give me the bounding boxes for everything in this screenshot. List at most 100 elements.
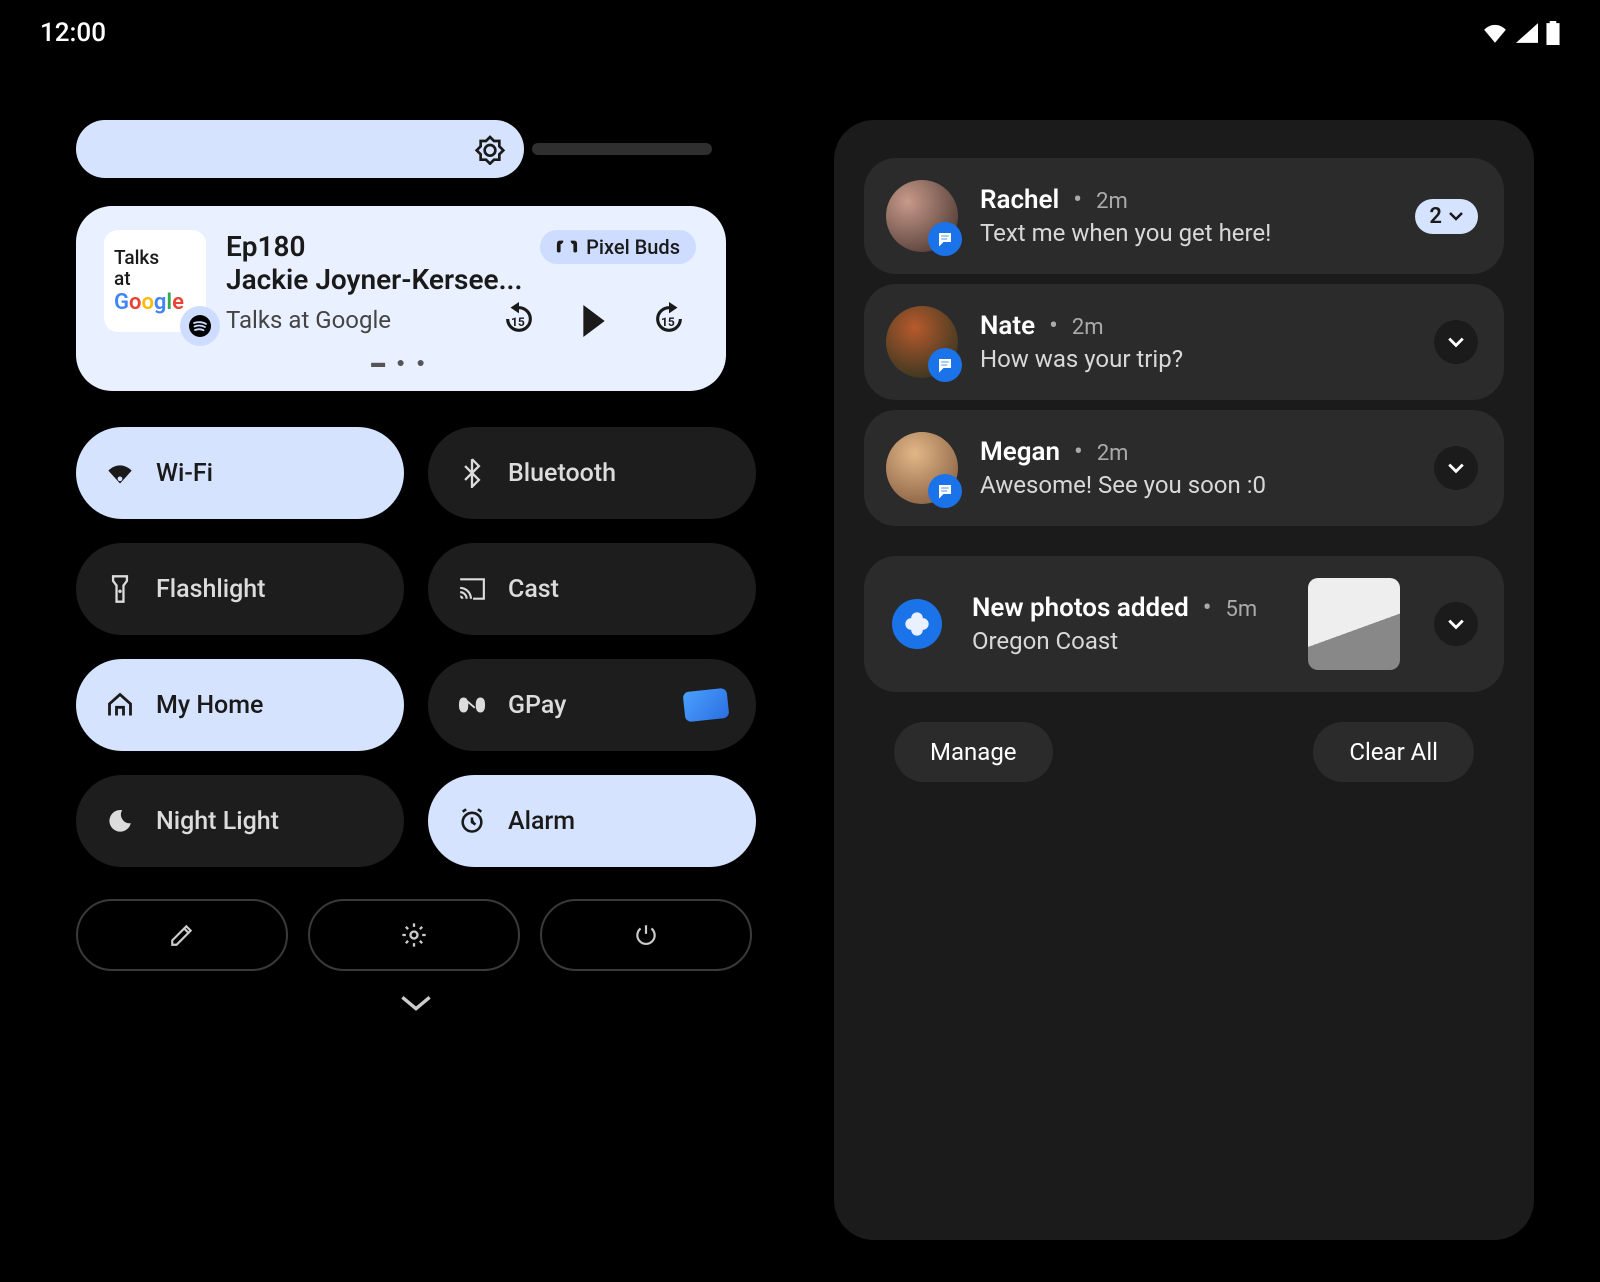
photo-thumbnail bbox=[1308, 578, 1400, 670]
chevron-down-icon bbox=[1447, 618, 1465, 630]
notification-rachel[interactable]: Rachel • 2m Text me when you get here! 2 bbox=[864, 158, 1504, 274]
expand-button[interactable] bbox=[1434, 602, 1478, 646]
tile-alarm[interactable]: Alarm bbox=[428, 775, 756, 867]
earbuds-icon bbox=[556, 238, 578, 256]
pencil-icon bbox=[169, 922, 195, 948]
home-icon bbox=[106, 692, 134, 718]
output-device-label: Pixel Buds bbox=[586, 235, 680, 259]
expand-button[interactable] bbox=[1434, 446, 1478, 490]
power-icon bbox=[633, 922, 659, 948]
tile-label: Night Light bbox=[156, 807, 279, 836]
cast-icon bbox=[458, 576, 486, 602]
notif-count: 2 bbox=[1429, 204, 1442, 229]
chevron-down-icon bbox=[1447, 336, 1465, 348]
notif-time: 2m bbox=[1097, 441, 1129, 466]
quick-settings-panel: Talks at Google Ep180 Jackie Joyner-Kers… bbox=[76, 120, 756, 1240]
notif-body: How was your trip? bbox=[980, 345, 1412, 373]
media-pager-dots[interactable]: ▬ ● ● bbox=[104, 354, 696, 371]
qs-footer bbox=[76, 899, 756, 971]
notif-body: Awesome! See you soon :0 bbox=[980, 471, 1412, 499]
notif-body: Text me when you get here! bbox=[980, 219, 1393, 247]
forward-15-button[interactable]: 15 bbox=[652, 302, 686, 340]
tile-wifi[interactable]: Wi-Fi bbox=[76, 427, 404, 519]
notif-time: 2m bbox=[1072, 315, 1104, 340]
signal-icon bbox=[1516, 23, 1538, 43]
tile-nightlight[interactable]: Night Light bbox=[76, 775, 404, 867]
brightness-slider[interactable] bbox=[76, 120, 716, 178]
notif-sender: Megan bbox=[980, 437, 1060, 467]
notif-sender: Rachel bbox=[980, 185, 1059, 215]
photos-app-icon bbox=[892, 599, 942, 649]
qs-tiles-grid: Wi-Fi Bluetooth Flashlight Cast My Home … bbox=[76, 427, 756, 867]
bluetooth-icon bbox=[458, 458, 486, 488]
tile-gpay[interactable]: GPay bbox=[428, 659, 756, 751]
tile-bluetooth[interactable]: Bluetooth bbox=[428, 427, 756, 519]
media-player-card[interactable]: Talks at Google Ep180 Jackie Joyner-Kers… bbox=[76, 206, 726, 391]
chevron-down-icon bbox=[1448, 211, 1464, 221]
media-album-art: Talks at Google bbox=[104, 230, 206, 332]
avatar bbox=[886, 306, 958, 378]
avatar bbox=[886, 180, 958, 252]
art-text-1: Talks bbox=[114, 247, 159, 269]
clock-time: 12:00 bbox=[40, 18, 106, 48]
notification-photos[interactable]: New photos added • 5m Oregon Coast bbox=[864, 556, 1504, 692]
tile-label: Alarm bbox=[508, 807, 575, 836]
notification-nate[interactable]: Nate • 2m How was your trip? bbox=[864, 284, 1504, 400]
brightness-track bbox=[532, 143, 712, 155]
play-button[interactable] bbox=[580, 305, 608, 337]
edit-button[interactable] bbox=[76, 899, 288, 971]
rewind-15-button[interactable]: 15 bbox=[502, 302, 536, 340]
battery-icon bbox=[1546, 21, 1560, 45]
expand-button[interactable] bbox=[1434, 320, 1478, 364]
tile-label: Wi-Fi bbox=[156, 459, 213, 488]
brightness-icon bbox=[474, 133, 506, 165]
notif-count-expand[interactable]: 2 bbox=[1415, 199, 1478, 234]
art-text-2: at bbox=[114, 268, 131, 290]
moon-icon bbox=[106, 808, 134, 834]
media-source: Talks at Google bbox=[226, 306, 391, 334]
notif-sender: Nate bbox=[980, 311, 1035, 341]
gpay-card-thumb bbox=[683, 688, 730, 722]
messages-icon bbox=[928, 348, 962, 382]
flashlight-icon bbox=[106, 574, 134, 604]
messages-icon bbox=[928, 474, 962, 508]
power-button[interactable] bbox=[540, 899, 752, 971]
google-logo-text: Google bbox=[114, 290, 184, 315]
tile-flashlight[interactable]: Flashlight bbox=[76, 543, 404, 635]
status-bar: 12:00 bbox=[0, 18, 1600, 48]
brightness-fill bbox=[76, 120, 524, 178]
notification-megan[interactable]: Megan • 2m Awesome! See you soon :0 bbox=[864, 410, 1504, 526]
avatar bbox=[886, 432, 958, 504]
gpay-icon bbox=[458, 694, 486, 716]
chevron-down-icon bbox=[1447, 462, 1465, 474]
chevron-down-icon bbox=[399, 993, 433, 1013]
tile-label: Bluetooth bbox=[508, 459, 616, 488]
spotify-icon bbox=[180, 306, 220, 346]
notif-title: New photos added bbox=[972, 593, 1189, 623]
collapse-handle[interactable] bbox=[76, 993, 756, 1017]
wifi-icon bbox=[1482, 23, 1508, 43]
media-output-chip[interactable]: Pixel Buds bbox=[540, 230, 696, 264]
wifi-icon bbox=[106, 462, 134, 484]
notification-actions: Manage Clear All bbox=[864, 702, 1504, 782]
notif-time: 5m bbox=[1226, 597, 1258, 622]
settings-button[interactable] bbox=[308, 899, 520, 971]
tile-label: My Home bbox=[156, 691, 263, 720]
forward-label: 15 bbox=[661, 315, 675, 329]
manage-button[interactable]: Manage bbox=[894, 722, 1053, 782]
tile-myhome[interactable]: My Home bbox=[76, 659, 404, 751]
tile-label: Cast bbox=[508, 575, 559, 604]
notif-time: 2m bbox=[1096, 189, 1128, 214]
notification-shade: Rachel • 2m Text me when you get here! 2… bbox=[834, 120, 1534, 1240]
tile-label: GPay bbox=[508, 691, 566, 720]
messages-icon bbox=[928, 222, 962, 256]
media-subtitle: Jackie Joyner-Kersee... bbox=[226, 263, 522, 296]
media-title: Ep180 bbox=[226, 230, 522, 263]
alarm-icon bbox=[458, 807, 486, 835]
notif-body: Oregon Coast bbox=[972, 627, 1286, 655]
clear-all-button[interactable]: Clear All bbox=[1313, 722, 1474, 782]
tile-cast[interactable]: Cast bbox=[428, 543, 756, 635]
status-icons bbox=[1482, 21, 1560, 45]
gear-icon bbox=[400, 921, 428, 949]
tile-label: Flashlight bbox=[156, 575, 266, 604]
